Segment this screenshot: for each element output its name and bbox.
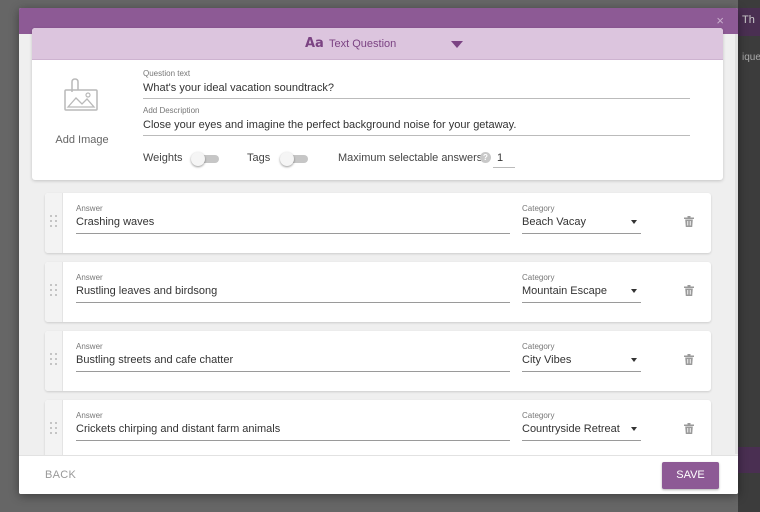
weights-label: Weights — [143, 152, 183, 164]
answer-label: Answer — [76, 273, 103, 282]
close-icon[interactable]: × — [716, 14, 724, 27]
toggle-knob — [191, 152, 205, 166]
trash-icon[interactable] — [684, 354, 694, 365]
max-answers-input[interactable]: 1 — [493, 152, 515, 168]
add-image-icon[interactable] — [62, 78, 100, 114]
category-label: Category — [522, 273, 555, 282]
background-text-secondary: ique — [742, 52, 760, 63]
caret-down-icon — [631, 220, 637, 224]
trash-icon[interactable] — [684, 285, 694, 296]
caret-down-icon — [631, 427, 637, 431]
question-card: Aa Text Question Add Image Question text… — [32, 28, 723, 180]
category-select[interactable]: Countryside Retreat — [522, 423, 641, 441]
category-value: Countryside Retreat — [522, 423, 620, 435]
question-type-label: Text Question — [329, 38, 397, 50]
category-label: Category — [522, 342, 555, 351]
question-text-input[interactable]: What's your ideal vacation soundtrack? — [143, 82, 690, 99]
answer-input[interactable]: Crickets chirping and distant farm anima… — [76, 423, 510, 441]
drag-handle[interactable] — [45, 262, 63, 322]
description-input[interactable]: Close your eyes and imagine the perfect … — [143, 119, 690, 136]
back-button[interactable]: BACK — [45, 469, 76, 481]
caret-down-icon[interactable] — [451, 41, 463, 48]
answer-card: Answer Crashing waves Category Beach Vac… — [45, 193, 711, 253]
answer-label: Answer — [76, 204, 103, 213]
answer-input[interactable]: Crashing waves — [76, 216, 510, 234]
background-footer-strip — [738, 447, 760, 473]
save-button[interactable]: SAVE — [662, 462, 719, 489]
category-value: Beach Vacay — [522, 216, 587, 228]
drag-handle-icon — [50, 353, 58, 367]
background-text: Th — [742, 14, 755, 26]
weights-toggle[interactable] — [191, 152, 219, 166]
category-label: Category — [522, 411, 555, 420]
question-editor-modal: × Aa Text Question Add Image Question te… — [19, 8, 738, 494]
category-value: City Vibes — [522, 354, 572, 366]
drag-handle-icon — [50, 215, 58, 229]
scrollbar[interactable] — [735, 34, 738, 454]
question-text-label: Question text — [143, 69, 191, 78]
tags-label: Tags — [247, 152, 271, 164]
tags-toggle[interactable] — [280, 152, 308, 166]
background-strip — [738, 0, 760, 512]
answer-card: Answer Crickets chirping and distant far… — [45, 400, 711, 460]
answer-label: Answer — [76, 342, 103, 351]
answer-card: Answer Bustling streets and cafe chatter… — [45, 331, 711, 391]
answer-input[interactable]: Bustling streets and cafe chatter — [76, 354, 510, 372]
answer-input[interactable]: Rustling leaves and birdsong — [76, 285, 510, 303]
caret-down-icon — [631, 358, 637, 362]
category-select[interactable]: Beach Vacay — [522, 216, 641, 234]
category-label: Category — [522, 204, 555, 213]
category-select[interactable]: City Vibes — [522, 354, 641, 372]
drag-handle[interactable] — [45, 331, 63, 391]
max-answers-label: Maximum selectable answers — [338, 152, 483, 164]
caret-down-icon — [631, 289, 637, 293]
help-icon[interactable]: ? — [480, 152, 491, 163]
drag-handle-icon — [50, 422, 58, 436]
category-select[interactable]: Mountain Escape — [522, 285, 641, 303]
description-label: Add Description — [143, 106, 200, 115]
answer-card: Answer Rustling leaves and birdsong Cate… — [45, 262, 711, 322]
question-type-selector[interactable]: Aa Text Question — [32, 28, 723, 60]
drag-handle[interactable] — [45, 193, 63, 253]
text-type-icon: Aa — [305, 36, 324, 51]
drag-handle-icon — [50, 284, 58, 298]
toggle-knob — [280, 152, 294, 166]
category-value: Mountain Escape — [522, 285, 607, 297]
drag-handle[interactable] — [45, 400, 63, 460]
modal-footer: BACK SAVE — [19, 455, 738, 494]
add-image-label[interactable]: Add Image — [50, 134, 114, 146]
answer-label: Answer — [76, 411, 103, 420]
trash-icon[interactable] — [684, 216, 694, 227]
trash-icon[interactable] — [684, 423, 694, 434]
